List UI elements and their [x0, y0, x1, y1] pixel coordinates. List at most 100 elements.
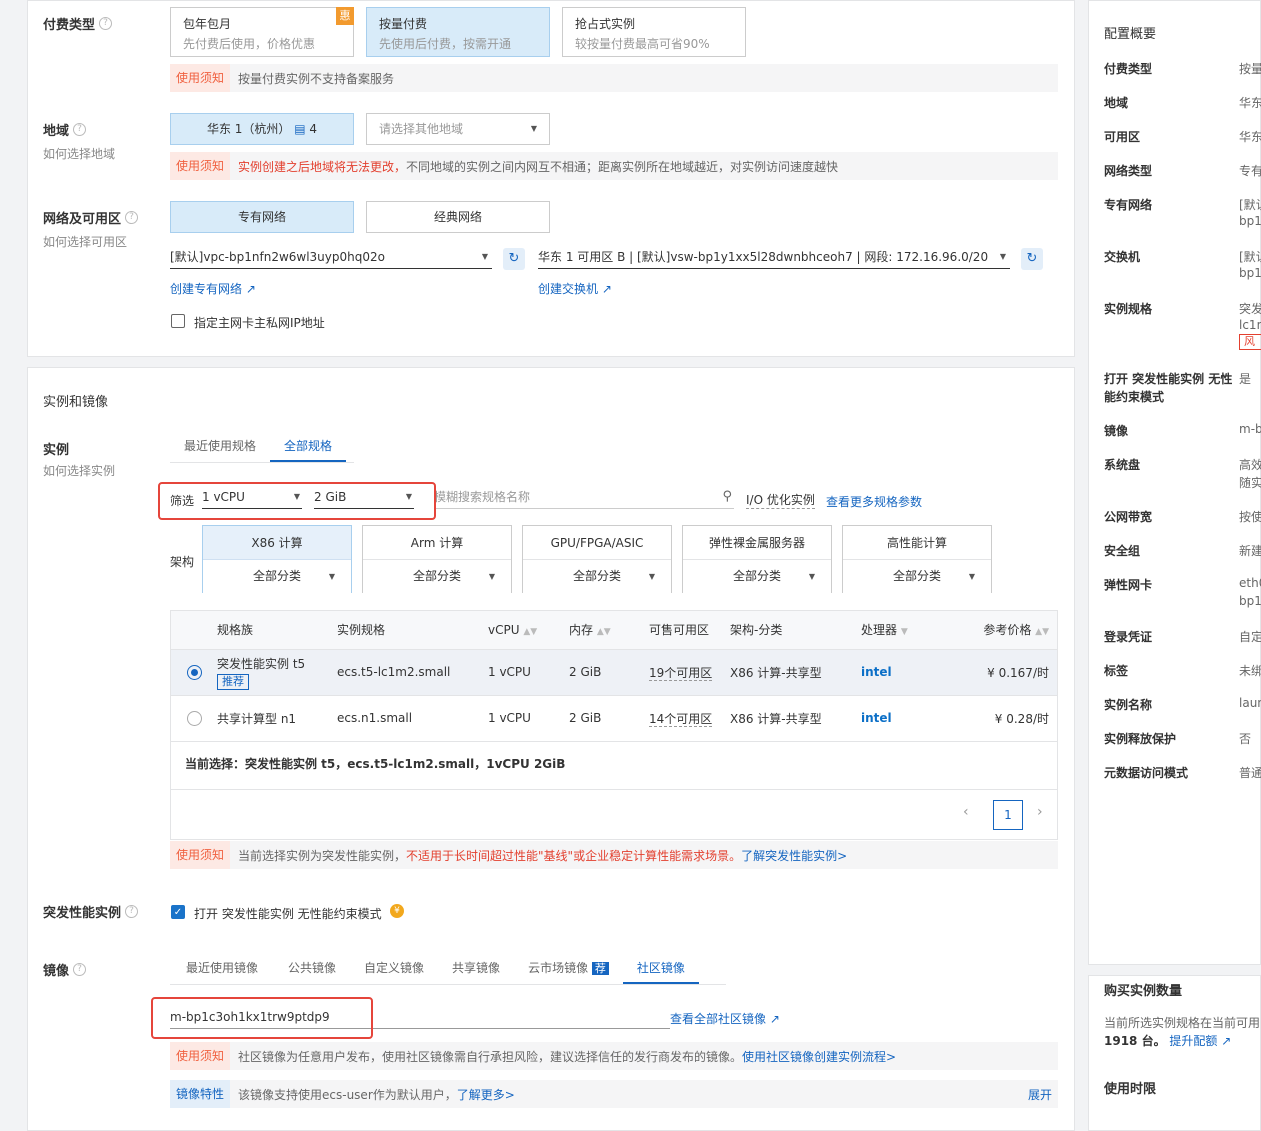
col-vcpu[interactable]: vCPU ▲▼ [488, 611, 569, 649]
region-help-link[interactable]: 如何选择地域 [43, 145, 115, 162]
summary-key: 镜像 [1104, 424, 1129, 438]
sort-icon[interactable]: ▲▼ [597, 627, 611, 637]
billing-option-preemptible[interactable]: 抢占式实例 较按量付费最高可省90% [562, 7, 746, 57]
tab-public-images[interactable]: 公共镜像 [274, 954, 350, 984]
next-page-icon[interactable]: › [1037, 804, 1043, 820]
table-row[interactable]: 共享计算型 n1 ecs.n1.small 1 vCPU 2 GiB 14个可用… [171, 694, 1057, 741]
coin-icon: ¥ [390, 904, 404, 918]
notice-tag: 使用须知 [170, 1042, 231, 1070]
tab-recent-images[interactable]: 最近使用镜像 [170, 954, 274, 984]
summary-value: 华东 [1239, 96, 1261, 110]
summary-value: 突发 [1239, 302, 1261, 316]
summary-key: 交换机 [1104, 250, 1141, 264]
page-1-button[interactable]: 1 [993, 800, 1023, 830]
tab-shared-images[interactable]: 共享镜像 [438, 954, 514, 984]
burst-unlimited-label: 打开 突发性能实例 无性能约束模式 [194, 907, 382, 921]
row-radio[interactable] [186, 710, 202, 726]
summary-value-line2: lc1m [1239, 318, 1261, 332]
caret-down-icon: ▼ [808, 572, 815, 581]
arch-bare-metal[interactable]: 弹性裸金属服务器 全部分类 ▼ [682, 525, 832, 593]
summary-key: 安全组 [1104, 544, 1141, 558]
help-icon[interactable]: ? [73, 963, 87, 976]
burst-unlimited-checkbox[interactable]: ✓ [171, 905, 185, 919]
burst-learn-link[interactable]: 了解突发性能实例> [741, 849, 847, 863]
summary-value: m-b [1239, 422, 1261, 436]
caret-down-icon: ▼ [648, 572, 655, 581]
sort-icon[interactable]: ▲▼ [1035, 627, 1049, 637]
col-arch: 架构-分类 [730, 611, 861, 649]
refresh-vpc-icon[interactable]: ↻ [503, 248, 525, 270]
summary-value: [默认 [1239, 198, 1261, 212]
tab-all-specs[interactable]: 全部规格 [270, 432, 347, 462]
instance-label: 实例 [43, 443, 70, 458]
tab-custom-images[interactable]: 自定义镜像 [350, 954, 438, 984]
tab-recent-specs[interactable]: 最近使用规格 [170, 432, 270, 462]
billing-option-subscription[interactable]: 包年包月 先付费后使用，价格优惠 惠 [170, 7, 354, 57]
summary-value: laun [1239, 696, 1261, 710]
private-ip-checkbox[interactable] [171, 314, 185, 328]
help-icon[interactable]: ? [125, 905, 139, 918]
arch-x86[interactable]: X86 计算 全部分类 ▼ [202, 525, 352, 593]
prev-page-icon[interactable]: ‹ [963, 804, 969, 820]
col-zones: 可售可用区 [649, 611, 730, 649]
summary-key: 实例规格 [1104, 302, 1153, 316]
region-notice: 使用须知 实例创建之后地域将无法更改，不同地域的实例之间内网互不相通；距离实例所… [170, 152, 1058, 180]
spec-search-input[interactable]: 模糊搜索规格名称 ⚲ [434, 487, 734, 509]
create-vswitch-link[interactable]: 创建交换机 ↗ [538, 280, 612, 297]
vswitch-select[interactable]: 华东 1 可用区 B | [默认]vsw-bp1y1xx5l28dwnbhceo… [538, 247, 1010, 269]
intel-logo: intel [861, 665, 892, 679]
vpc-network-button[interactable]: 专有网络 [170, 201, 354, 233]
caret-down-icon: ▼ [968, 572, 975, 581]
network-label: 网络及可用区? [43, 208, 139, 227]
tab-community-images[interactable]: 社区镜像 [622, 954, 699, 984]
summary-key: 付费类型 [1104, 62, 1153, 76]
col-mem[interactable]: 内存 ▲▼ [569, 611, 649, 649]
summary-key: 打开 突发性能实例 无性能约束模式 [1104, 372, 1233, 404]
summary-key: 标签 [1104, 664, 1129, 678]
col-price[interactable]: 参考价格 ▲▼ [943, 611, 1057, 649]
summary-key: 实例释放保护 [1104, 732, 1177, 746]
col-cpu[interactable]: 处理器 ▼ [861, 611, 943, 649]
raise-quota-link[interactable]: 提升配额 ↗ [1169, 1034, 1231, 1048]
expand-link[interactable]: 展开 [1028, 1086, 1052, 1103]
filter-icon[interactable]: ▼ [901, 627, 908, 637]
summary-value: 专有 [1239, 164, 1261, 178]
summary-key: 网络类型 [1104, 164, 1153, 178]
refresh-vswitch-icon[interactable]: ↻ [1021, 248, 1043, 270]
arch-gpu[interactable]: GPU/FPGA/ASIC 全部分类 ▼ [522, 525, 672, 593]
table-header: 规格族 实例规格 vCPU ▲▼ 内存 ▲▼ 可售可用区 架构-分类 处理器 ▼… [171, 611, 1057, 649]
search-icon[interactable]: ⚲ [722, 487, 732, 507]
summary-key: 元数据访问模式 [1104, 766, 1189, 780]
recommend-badge: 推荐 [217, 673, 249, 690]
current-selection: 当前选择：突发性能实例 t5，ecs.t5-lc1m2.small，1vCPU … [171, 741, 1057, 789]
more-params-link[interactable]: 查看更多规格参数 [826, 493, 922, 510]
tab-market-images[interactable]: 云市场镜像 荐 [514, 954, 623, 984]
table-row[interactable]: 突发性能实例 t5 推荐 ecs.t5-lc1m2.small 1 vCPU 2 … [171, 648, 1057, 695]
arch-arm[interactable]: Arm 计算 全部分类 ▼ [362, 525, 512, 593]
summary-value: 未绑 [1239, 664, 1261, 678]
zone-help-link[interactable]: 如何选择可用区 [43, 233, 127, 250]
classic-network-button[interactable]: 经典网络 [366, 201, 550, 233]
external-link-icon: ↗ [245, 282, 256, 296]
help-icon[interactable]: ? [73, 123, 87, 136]
summary-value-line2: 随实 [1239, 476, 1261, 490]
community-image-guide-link[interactable]: 使用社区镜像创建实例流程> [742, 1050, 896, 1064]
instance-help-link[interactable]: 如何选择实例 [43, 462, 115, 479]
vpc-select[interactable]: [默认]vpc-bp1nfn2w6wl3uyp0hq02o ▼ [170, 247, 492, 269]
summary-value: 自定 [1239, 630, 1261, 644]
region-selected-button[interactable]: 华东 1（杭州） ▤ 4 [170, 113, 354, 145]
view-all-community-images-link[interactable]: 查看全部社区镜像 ↗ [670, 1010, 780, 1027]
learn-more-link[interactable]: 了解更多> [457, 1088, 515, 1102]
other-region-select[interactable]: 请选择其他地域 ▼ [366, 113, 550, 145]
arch-hpc[interactable]: 高性能计算 全部分类 ▼ [842, 525, 992, 593]
sort-icon[interactable]: ▲▼ [523, 627, 537, 637]
notice-tag: 使用须知 [170, 64, 231, 92]
help-icon[interactable]: ? [99, 17, 113, 30]
help-icon[interactable]: ? [125, 211, 139, 224]
create-vpc-link[interactable]: 创建专有网络 ↗ [170, 280, 256, 297]
billing-option-payg[interactable]: 按量付费 先使用后付费，按需开通 [366, 7, 550, 57]
row-radio[interactable] [186, 664, 202, 680]
summary-value-line2: bp1 [1239, 266, 1261, 280]
intel-logo: intel [861, 711, 892, 726]
summary-value: 按量 [1239, 62, 1261, 76]
